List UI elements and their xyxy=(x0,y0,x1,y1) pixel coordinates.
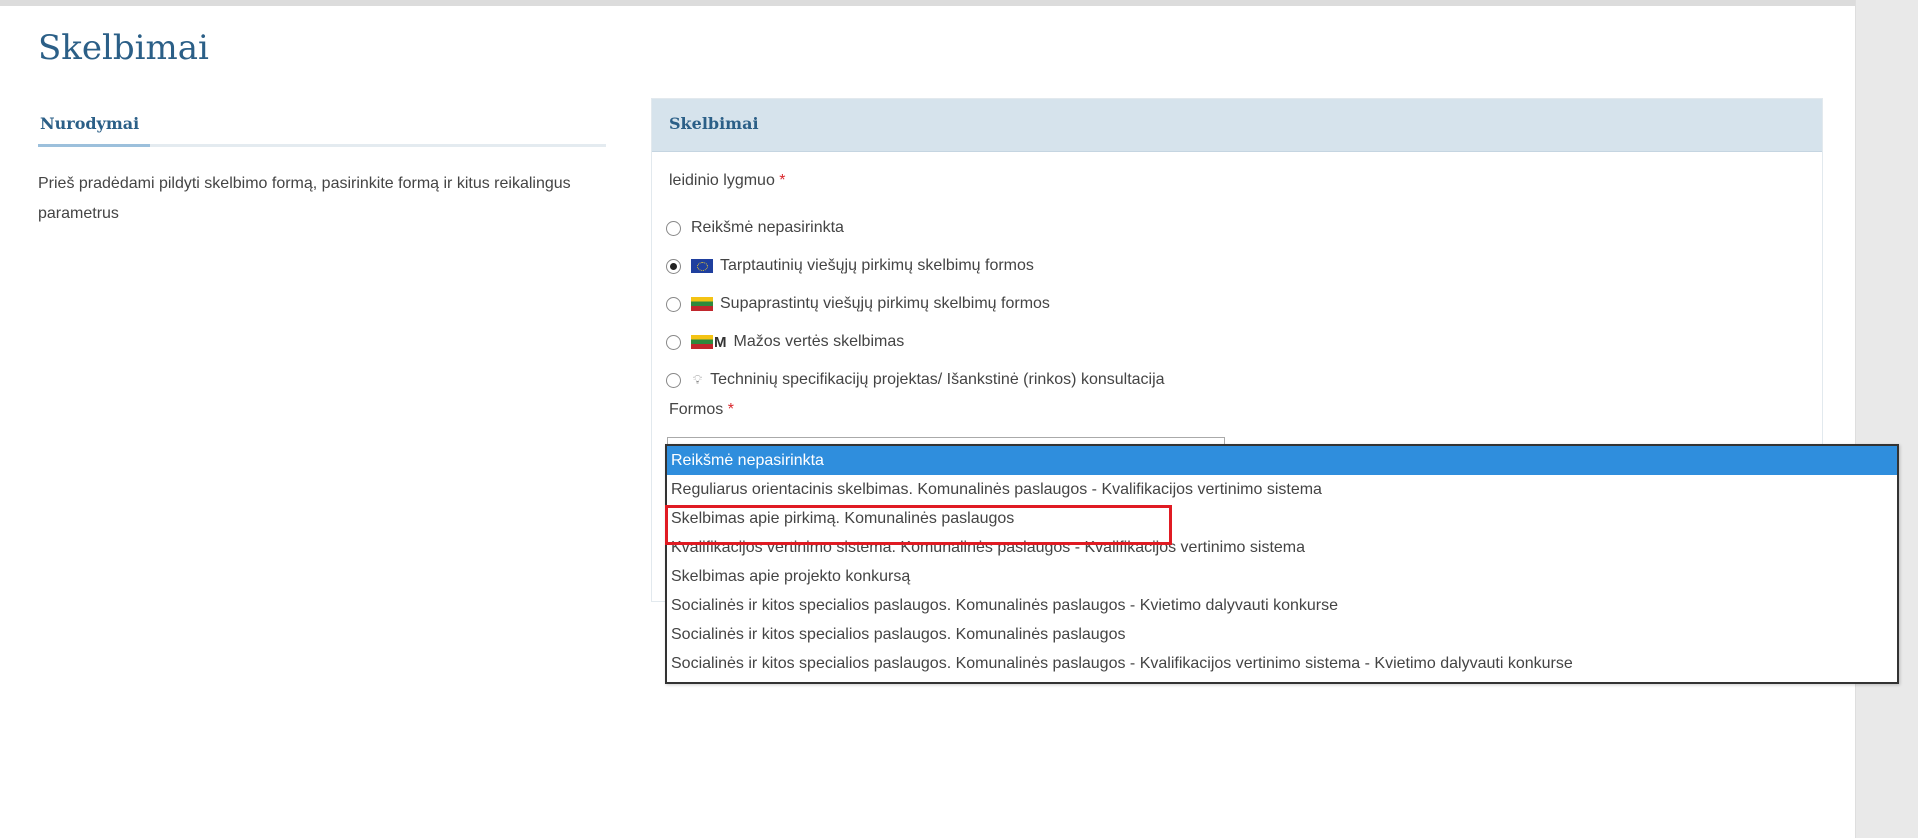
radio-label: Reikšmė nepasirinkta xyxy=(691,219,844,236)
required-mark: * xyxy=(779,172,786,189)
m-letter-icon: M xyxy=(714,333,727,351)
level-label-text: leidinio lygmuo xyxy=(669,172,775,189)
radio-button[interactable] xyxy=(666,334,681,350)
radio-option-international[interactable]: Tarptautinių viešųjų pirkimų skelbimų fo… xyxy=(666,247,1165,285)
dropdown-option[interactable]: Kvalifikacijos vertinimo sistema. Komuna… xyxy=(667,533,1897,562)
instructions-text: Prieš pradėdami pildyti skelbimo formą, … xyxy=(38,175,571,222)
top-border xyxy=(0,0,1918,6)
radio-option-simplified[interactable]: Supaprastintų viešųjų pirkimų skelbimų f… xyxy=(666,285,1165,323)
level-label: leidinio lygmuo * xyxy=(669,172,786,190)
radio-option-low-value[interactable]: M Mažos vertės skelbimas xyxy=(666,323,1165,361)
dropdown-option[interactable]: Socialinės ir kitos specialios paslaugos… xyxy=(667,649,1897,678)
dropdown-option[interactable]: Socialinės ir kitos specialios paslaugos… xyxy=(667,591,1897,620)
forms-dropdown-list[interactable]: Reikšmė nepasirinkta Reguliarus orientac… xyxy=(665,444,1899,684)
radio-label: Techninių specifikacijų projektas/ Išank… xyxy=(710,371,1165,388)
radio-label: Supaprastintų viešųjų pirkimų skelbimų f… xyxy=(720,295,1050,312)
lt-flag-icon xyxy=(691,335,713,349)
radio-button[interactable] xyxy=(666,372,681,388)
level-radio-group: Reikšmė nepasirinkta Tarptautinių viešųj… xyxy=(666,209,1165,399)
instructions-header: Nurodymai xyxy=(38,108,606,147)
radio-option-none[interactable]: Reikšmė nepasirinkta xyxy=(666,209,1165,247)
forms-label: Formos * xyxy=(669,401,734,419)
page-title: Skelbimai xyxy=(38,28,209,68)
bulb-icon: 💡︎ xyxy=(693,372,703,387)
forms-label-text: Formos xyxy=(669,401,724,418)
dropdown-option[interactable]: Socialinės ir kitos specialios paslaugos… xyxy=(667,620,1897,649)
radio-button-checked[interactable] xyxy=(666,258,681,274)
panel-title: Skelbimai xyxy=(669,114,759,133)
radio-option-technical-spec[interactable]: 💡︎ Techninių specifikacijų projektas/ Iš… xyxy=(666,361,1165,399)
right-gutter xyxy=(1855,0,1918,838)
instructions-underline xyxy=(38,144,150,147)
dropdown-option[interactable]: Reguliarus orientacinis skelbimas. Komun… xyxy=(667,475,1897,504)
eu-flag-icon xyxy=(691,259,713,273)
dropdown-option[interactable]: Skelbimas apie pirkimą. Komunalinės pasl… xyxy=(667,504,1897,533)
radio-button[interactable] xyxy=(666,296,681,312)
instructions-section: Nurodymai Prieš pradėdami pildyti skelbi… xyxy=(38,108,606,229)
required-mark: * xyxy=(727,401,734,418)
panel-header: Skelbimai xyxy=(652,99,1822,152)
lt-flag-icon xyxy=(691,297,713,311)
radio-label: Tarptautinių viešųjų pirkimų skelbimų fo… xyxy=(720,257,1034,274)
instructions-title: Nurodymai xyxy=(40,114,140,133)
radio-button[interactable] xyxy=(666,220,681,236)
dropdown-option[interactable]: Skelbimas apie projekto konkursą xyxy=(667,562,1897,591)
radio-label: Mažos vertės skelbimas xyxy=(733,333,905,350)
dropdown-option[interactable]: Reikšmė nepasirinkta xyxy=(667,446,1897,475)
